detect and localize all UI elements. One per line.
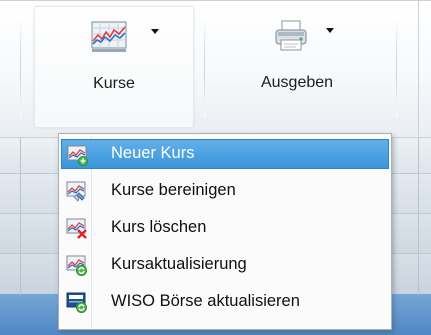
wiso-update-icon xyxy=(66,292,87,313)
chart-update-icon xyxy=(66,255,87,276)
kurse-button[interactable]: Kurse xyxy=(34,6,194,128)
kurse-label: Kurse xyxy=(93,75,135,92)
ausgeben-label: Ausgeben xyxy=(260,74,334,91)
menu-item-label: Kursaktualisierung xyxy=(111,255,247,273)
grid-divider xyxy=(20,138,21,295)
chart-delete-icon xyxy=(66,218,87,239)
ribbon: Kurse Ausgeben xyxy=(0,0,431,138)
ribbon-top-border xyxy=(0,0,431,1)
chart-new-icon xyxy=(67,145,88,166)
chevron-down-icon[interactable] xyxy=(151,29,159,34)
chevron-down-icon[interactable] xyxy=(326,28,334,33)
menu-item-neuer-kurs[interactable]: Neuer Kurs xyxy=(61,139,389,169)
ribbon-separator xyxy=(20,18,21,118)
menu-item-wiso-boerse-aktualisieren[interactable]: WISO Börse aktualisieren xyxy=(61,287,389,317)
menu-item-kursaktualisierung[interactable]: Kursaktualisierung xyxy=(61,250,389,280)
chart-clean-icon xyxy=(66,181,86,202)
menu-item-label: Kurs löschen xyxy=(111,218,207,236)
menu-item-kurs-loeschen[interactable]: Kurs löschen xyxy=(61,213,389,243)
ribbon-separator xyxy=(204,18,205,118)
grid-divider xyxy=(418,138,419,295)
ribbon-right-border xyxy=(418,0,419,138)
kurse-dropdown-menu: Neuer Kurs Kurse bereinigen Kurs löschen xyxy=(58,133,392,330)
menu-item-label: Kurse bereinigen xyxy=(111,181,236,199)
menu-item-label: Neuer Kurs xyxy=(111,144,195,162)
chart-icon xyxy=(91,21,127,52)
menu-item-kurse-bereinigen[interactable]: Kurse bereinigen xyxy=(61,176,389,206)
menu-item-label: WISO Börse aktualisieren xyxy=(111,292,300,310)
printer-icon xyxy=(275,20,307,51)
ribbon-separator xyxy=(396,18,397,118)
ausgeben-button[interactable]: Ausgeben xyxy=(222,6,372,128)
